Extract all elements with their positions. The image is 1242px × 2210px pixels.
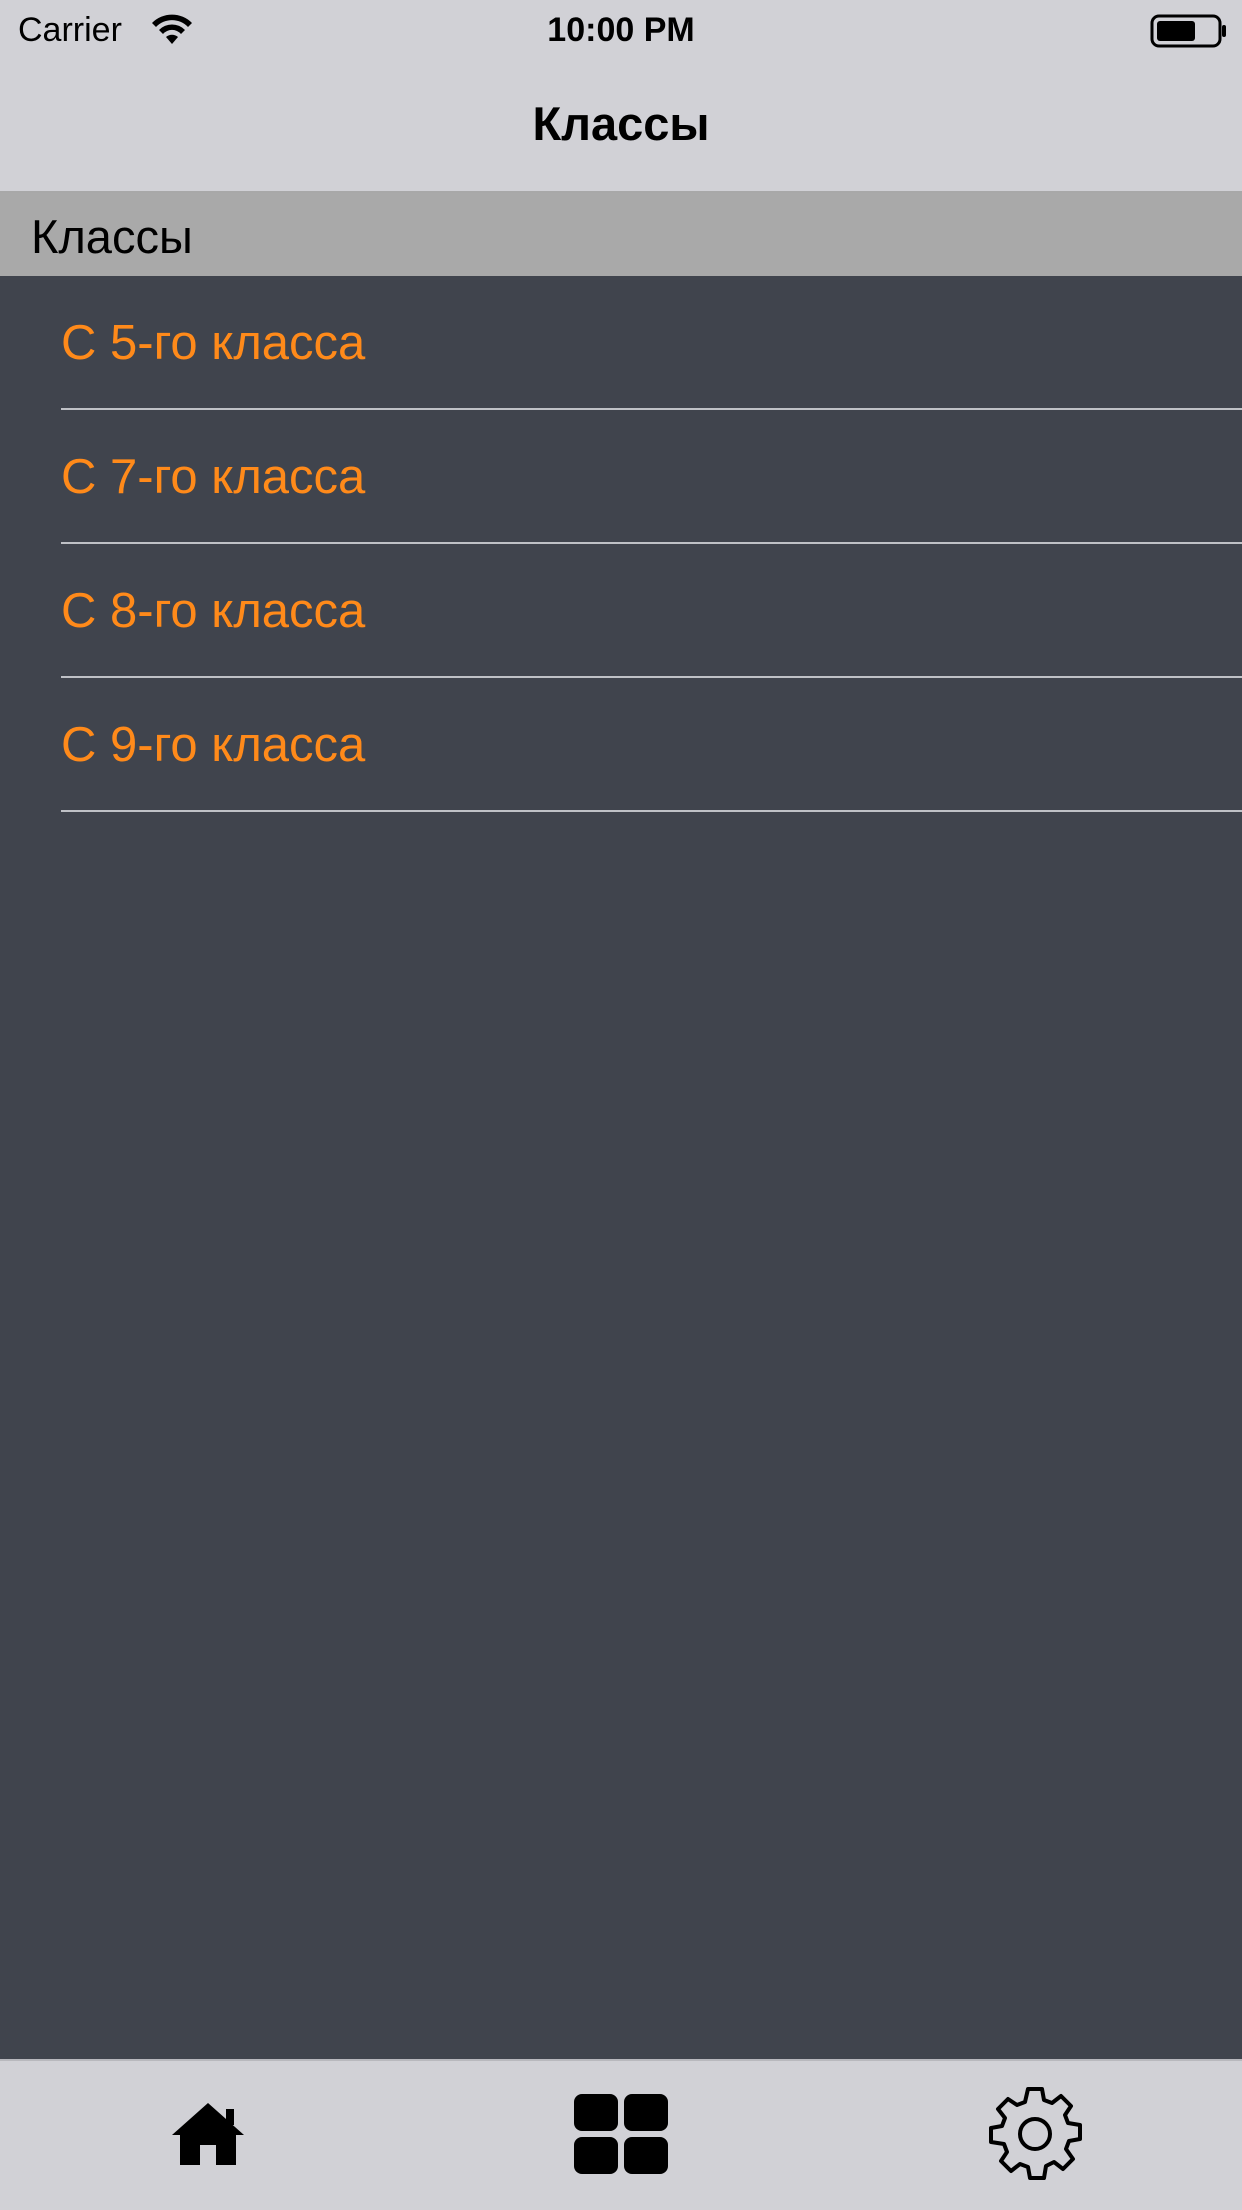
section-header: Классы bbox=[0, 193, 1242, 276]
gear-icon bbox=[989, 2087, 1082, 2180]
list-item-grade-9[interactable]: С 9-го класса bbox=[0, 678, 1242, 812]
tab-home[interactable] bbox=[138, 2069, 278, 2199]
list-item-grade-5[interactable]: С 5-го класса bbox=[0, 276, 1242, 410]
home-icon bbox=[172, 2103, 244, 2165]
grid-icon bbox=[574, 2094, 668, 2174]
tab-bar bbox=[0, 2059, 1242, 2210]
list-item-grade-8[interactable]: С 8-го класса bbox=[0, 544, 1242, 678]
section-header-label: Классы bbox=[31, 210, 193, 263]
list-item-label: С 8-го класса bbox=[61, 584, 366, 638]
status-bar: Carrier 10:00 PM bbox=[0, 0, 1242, 60]
page-title: Классы bbox=[532, 97, 710, 150]
class-list: С 5-го класса С 7-го класса С 8-го класс… bbox=[0, 276, 1242, 812]
battery-icon bbox=[1150, 14, 1226, 48]
tab-settings[interactable] bbox=[965, 2069, 1105, 2199]
list-item-grade-7[interactable]: С 7-го класса bbox=[0, 410, 1242, 544]
navigation-bar: Классы bbox=[0, 60, 1242, 193]
status-time: 10:00 PM bbox=[547, 11, 695, 49]
tab-grid[interactable] bbox=[551, 2069, 691, 2199]
list-item-label: С 7-го класса bbox=[61, 450, 366, 504]
list-item-label: С 9-го класса bbox=[61, 718, 366, 772]
divider bbox=[61, 810, 1242, 812]
list-item-label: С 5-го класса bbox=[61, 316, 366, 370]
